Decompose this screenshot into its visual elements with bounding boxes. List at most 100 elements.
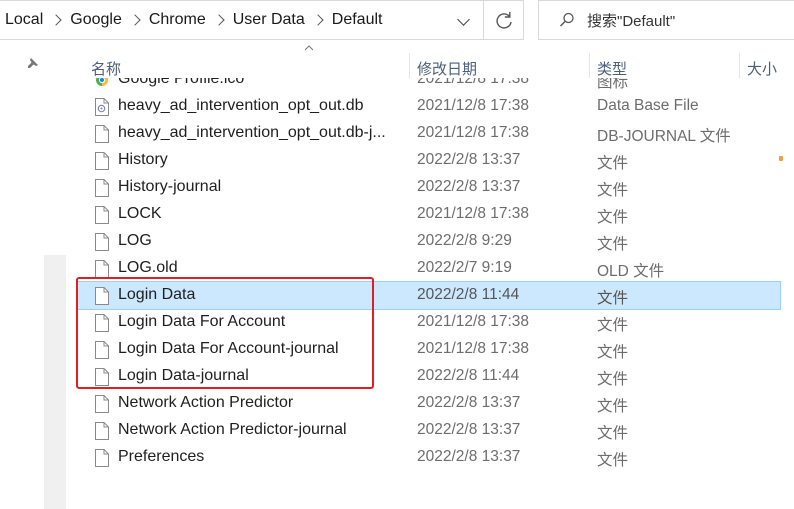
file-name: History-journal bbox=[118, 178, 222, 195]
file-date: 2021/12/8 17:38 bbox=[417, 340, 530, 357]
file-icon bbox=[95, 314, 109, 332]
file-row[interactable]: heavy_ad_intervention_opt_out.db 2021/12/… bbox=[78, 93, 780, 120]
chevron-right-icon[interactable] bbox=[50, 14, 62, 26]
file-name: LOG bbox=[118, 232, 152, 249]
file-date: 2022/2/8 11:44 bbox=[417, 286, 520, 303]
file-type: 文件 bbox=[597, 290, 629, 307]
file-date: 2022/2/8 13:37 bbox=[417, 421, 521, 438]
file-name: Network Action Predictor-journal bbox=[118, 421, 347, 438]
file-list[interactable]: Google Profile.ico 2021/12/8 17:38 图标 he… bbox=[78, 78, 794, 469]
column-header: 名称 修改日期 类型 大小 bbox=[66, 40, 794, 78]
search-input[interactable]: 搜索"Default" bbox=[587, 10, 675, 31]
file-date: 2022/2/8 13:37 bbox=[417, 178, 521, 195]
refresh-button[interactable] bbox=[484, 0, 524, 40]
file-name: Network Action Predictor bbox=[118, 394, 294, 411]
pin-icon[interactable] bbox=[26, 56, 40, 70]
file-date: 2021/12/8 17:38 bbox=[417, 124, 530, 141]
file-date: 2021/12/8 17:38 bbox=[417, 78, 530, 87]
file-type: DB-JOURNAL 文件 bbox=[597, 128, 731, 145]
file-icon bbox=[95, 125, 109, 143]
file-name: heavy_ad_intervention_opt_out.db bbox=[118, 97, 364, 114]
column-date[interactable]: 修改日期 bbox=[417, 58, 477, 79]
file-type: 文件 bbox=[597, 236, 629, 253]
file-icon bbox=[95, 233, 109, 251]
file-name: History bbox=[118, 151, 168, 168]
breadcrumb-google[interactable]: Google bbox=[70, 11, 124, 29]
file-type: Data Base File bbox=[597, 97, 699, 114]
file-row[interactable]: Login Data For Account-journal 2021/12/8 … bbox=[78, 336, 780, 363]
file-icon bbox=[95, 152, 109, 170]
file-type: 文件 bbox=[597, 317, 629, 334]
file-row[interactable]: History 2022/2/8 13:37 文件 bbox=[78, 147, 780, 174]
chevron-down-icon bbox=[456, 12, 470, 26]
sort-ascending-icon bbox=[304, 45, 314, 51]
column-name[interactable]: 名称 bbox=[91, 58, 121, 79]
file-type: OLD 文件 bbox=[597, 263, 665, 280]
file-icon bbox=[95, 395, 109, 413]
file-icon bbox=[95, 287, 109, 305]
database-file-icon bbox=[95, 98, 109, 116]
file-date: 2022/2/8 13:37 bbox=[417, 394, 521, 411]
nav-scrollbar[interactable] bbox=[44, 255, 66, 509]
file-row[interactable]: Preferences 2022/2/8 13:37 文件 bbox=[78, 444, 780, 469]
file-row[interactable]: LOG 2022/2/8 9:29 文件 bbox=[78, 228, 780, 255]
file-row[interactable]: heavy_ad_intervention_opt_out.db-j... 202… bbox=[78, 120, 780, 147]
column-divider[interactable] bbox=[409, 53, 410, 78]
file-type: 文件 bbox=[597, 425, 629, 442]
file-type: 文件 bbox=[597, 452, 629, 469]
file-icon bbox=[95, 341, 109, 359]
address-bar[interactable]: Local Google Chrome User Data Default bbox=[0, 0, 484, 40]
file-icon bbox=[95, 449, 109, 467]
file-name: Preferences bbox=[118, 448, 205, 465]
chevron-right-icon[interactable] bbox=[213, 14, 225, 26]
file-row[interactable]: Login Data For Account 2021/12/8 17:38 文件 bbox=[78, 309, 780, 336]
file-type: 图标 bbox=[597, 78, 629, 91]
breadcrumb-user-data[interactable]: User Data bbox=[233, 11, 307, 29]
file-row[interactable]: LOCK 2021/12/8 17:38 文件 bbox=[78, 201, 780, 228]
column-divider[interactable] bbox=[589, 53, 590, 78]
file-row[interactable]: Network Action Predictor 2022/2/8 13:37 文件 bbox=[78, 390, 780, 417]
file-name: Login Data For Account-journal bbox=[118, 340, 339, 357]
file-name: Login Data bbox=[118, 286, 196, 303]
file-date: 2022/2/8 9:29 bbox=[417, 232, 512, 249]
file-type: 文件 bbox=[597, 209, 629, 226]
column-size[interactable]: 大小 bbox=[747, 58, 777, 79]
column-type[interactable]: 类型 bbox=[597, 58, 627, 79]
search-box[interactable]: 搜索"Default" bbox=[538, 0, 794, 40]
edge-marker bbox=[779, 156, 783, 161]
file-row[interactable]: LOG.old 2022/2/7 9:19 OLD 文件 bbox=[78, 255, 780, 282]
file-row[interactable]: Login Data-journal 2022/2/8 11:44 文件 bbox=[78, 363, 780, 390]
address-history-dropdown[interactable] bbox=[452, 12, 474, 28]
breadcrumb-chrome[interactable]: Chrome bbox=[149, 11, 208, 29]
file-date: 2021/12/8 17:38 bbox=[417, 313, 530, 330]
file-row[interactable]: Login Data 2022/2/8 11:44 文件 bbox=[78, 281, 781, 310]
file-icon bbox=[95, 179, 109, 197]
file-icon bbox=[95, 260, 109, 278]
file-name: Login Data-journal bbox=[118, 367, 249, 384]
chrome-profile-icon bbox=[96, 78, 108, 86]
file-date: 2022/2/8 13:37 bbox=[417, 151, 521, 168]
file-date: 2022/2/8 11:44 bbox=[417, 367, 520, 384]
file-row[interactable]: Google Profile.ico 2021/12/8 17:38 图标 bbox=[78, 78, 780, 93]
chevron-right-icon[interactable] bbox=[312, 14, 324, 26]
file-name: Google Profile.ico bbox=[118, 78, 245, 87]
breadcrumb-default[interactable]: Default bbox=[332, 11, 385, 29]
file-row[interactable]: Network Action Predictor-journal 2022/2/8… bbox=[78, 417, 780, 444]
column-divider[interactable] bbox=[739, 53, 740, 78]
file-name: heavy_ad_intervention_opt_out.db-j... bbox=[118, 124, 386, 141]
breadcrumb-local[interactable]: Local bbox=[0, 11, 45, 29]
file-name: LOG.old bbox=[118, 259, 178, 276]
file-type: 文件 bbox=[597, 398, 629, 415]
file-icon bbox=[95, 206, 109, 224]
file-date: 2021/12/8 17:38 bbox=[417, 97, 530, 114]
file-name: Login Data For Account bbox=[118, 313, 286, 330]
file-type: 文件 bbox=[597, 155, 629, 172]
file-row[interactable]: History-journal 2022/2/8 13:37 文件 bbox=[78, 174, 780, 201]
refresh-icon bbox=[496, 12, 512, 29]
navigation-pane[interactable] bbox=[0, 40, 66, 509]
file-icon bbox=[95, 422, 109, 440]
chevron-right-icon[interactable] bbox=[129, 14, 141, 26]
file-date: 2021/12/8 17:38 bbox=[417, 205, 530, 222]
file-date: 2022/2/8 13:37 bbox=[417, 448, 521, 465]
file-type: 文件 bbox=[597, 371, 629, 388]
